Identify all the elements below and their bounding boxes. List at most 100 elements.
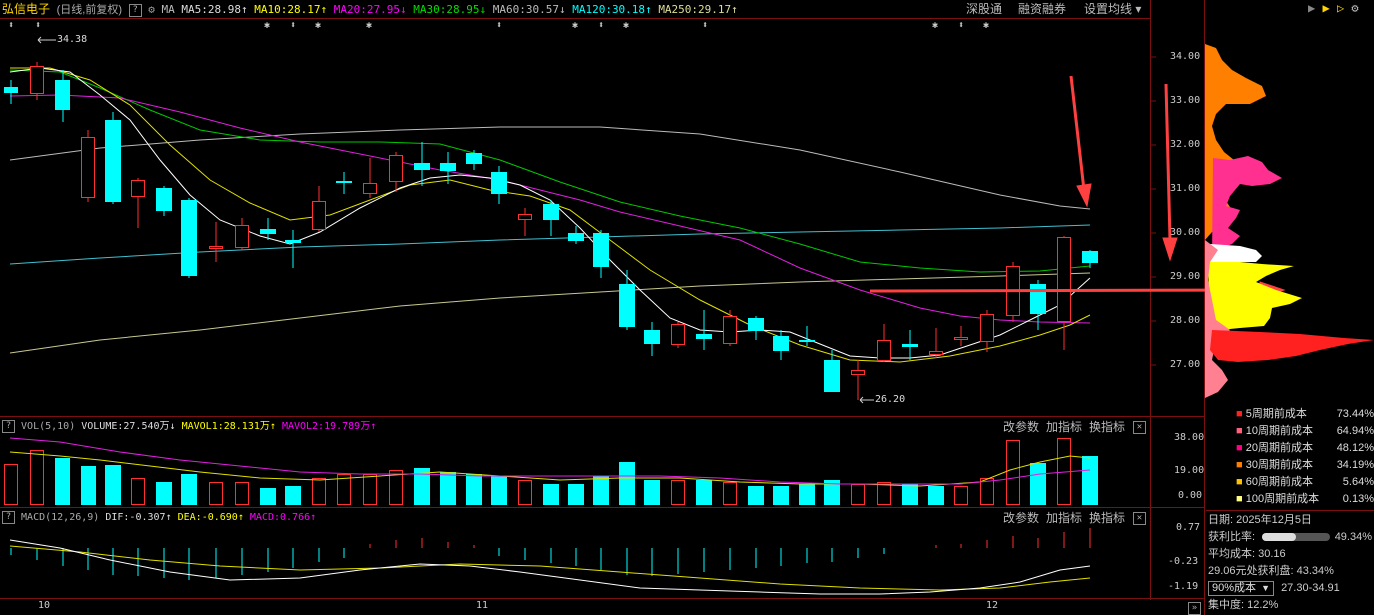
arrow-up-icon: ↑ — [370, 421, 377, 432]
vol-close-icon[interactable]: ✕ — [1133, 421, 1146, 434]
star-marker-icon[interactable]: ✱ — [264, 20, 270, 31]
chip-info: 日期: 2025年12月5日 获利比率: 49.34% 平均成本: 30.16 … — [1208, 512, 1374, 614]
marker-icon[interactable]: ⬍ — [598, 20, 604, 31]
vol-params-button[interactable]: 改参数 — [1003, 418, 1039, 436]
mavol2-line — [9, 437, 1091, 485]
ma30-line — [9, 69, 1091, 273]
scroll-right-icon[interactable]: » — [1188, 602, 1201, 615]
legend-row: ■ 30周期前成本 34.19% — [1236, 457, 1374, 474]
arrow-up-icon: ↑ — [269, 421, 276, 432]
ma120-line — [9, 224, 1091, 265]
price-tick: 32.00 — [1170, 139, 1201, 150]
month-label: 11 — [476, 600, 489, 611]
macd-swap-indicator-button[interactable]: 换指标 — [1089, 509, 1125, 527]
marker-icon[interactable]: ⬍ — [35, 20, 41, 31]
legend-row: ■ 100周期前成本 0.13% — [1236, 491, 1374, 508]
arrow-up-icon: ↑ — [165, 512, 172, 523]
ma30-value: MA30:28.95 — [413, 3, 480, 16]
legend-row: ■ 10周期前成本 64.94% — [1236, 423, 1374, 440]
arrow-up-icon: ↑ — [237, 512, 244, 523]
mavol1-value: MAVOL1:28.131万 — [181, 421, 270, 432]
menu-sgt[interactable]: 深股通 — [966, 0, 1002, 18]
arrow-up-icon: ↑ — [731, 3, 738, 16]
ma10-value: MA10:28.17 — [254, 3, 321, 16]
arrow-down-icon: ↓ — [399, 3, 407, 16]
divider — [1206, 510, 1374, 511]
vol-header: ? VOL(5,10) VOLUME:27.540万↓ MAVOL1:28.13… — [2, 418, 376, 436]
dropdown-icon: ▾ — [1135, 2, 1142, 16]
menu-set-ma[interactable]: 设置均线 ▾ — [1084, 0, 1141, 18]
macd-params-button[interactable]: 改参数 — [1003, 509, 1039, 527]
help-button[interactable]: ? — [128, 3, 142, 17]
chip-distribution — [1205, 44, 1374, 398]
flag-active-icon[interactable]: ▶ — [1322, 1, 1329, 15]
ma-label: MA — [161, 3, 175, 16]
ma120-value: MA120:30.18 — [572, 3, 646, 16]
candles — [4, 62, 1098, 400]
month-label: 12 — [986, 600, 999, 611]
vol-title: VOL(5,10) — [21, 421, 76, 432]
legend-label: 60周期前成本 — [1245, 476, 1313, 488]
macd-tick: -1.19 — [1168, 581, 1199, 592]
profit-ratio-fill — [1262, 533, 1296, 541]
arrow-up-icon: ↑ — [645, 3, 652, 16]
event-markers: ⬍ ⬍ ✱ ⬍ ✱ ✱ ⬍ ✱ ⬍ ✱ ⬍ ✱ ⬍ ✱ — [0, 20, 1150, 32]
price-tick: 27.00 — [1170, 359, 1201, 370]
cost-range-row: 90%成本 ▼ 27.30-34.91 — [1208, 580, 1374, 597]
macd-add-indicator-button[interactable]: 加指标 — [1046, 509, 1082, 527]
stock-name[interactable]: 弘信电子 — [2, 2, 50, 16]
marker-icon[interactable]: ⬍ — [496, 20, 502, 31]
arrow-down-icon: ↓ — [169, 421, 176, 432]
cost-legend: ■ 5周期前成本 73.44% ■ 10周期前成本 64.94% ■ 20周期前成本… — [1236, 406, 1374, 508]
cost-select[interactable]: 90%成本 ▼ — [1208, 581, 1274, 596]
marker-icon[interactable]: ⬍ — [8, 20, 14, 31]
flag-outline-icon[interactable]: ▷ — [1337, 1, 1344, 15]
star-marker-icon[interactable]: ✱ — [572, 20, 578, 31]
flag-icon[interactable]: ▶ — [1308, 1, 1315, 15]
marker-icon[interactable]: ⬍ — [290, 20, 296, 31]
price-tick: 33.00 — [1170, 95, 1201, 106]
dif-value: DIF:-0.307 — [105, 512, 166, 523]
profit-ratio-value: 49.34% — [1334, 531, 1372, 543]
settings-icon[interactable]: ⚙ — [1351, 1, 1358, 15]
mavol1-line — [9, 451, 1091, 487]
legend-swatch: ■ — [1236, 476, 1243, 488]
vol-help-button[interactable]: ? — [2, 419, 15, 433]
vol-add-indicator-button[interactable]: 加指标 — [1046, 418, 1082, 436]
vol-swap-indicator-button[interactable]: 换指标 — [1089, 418, 1125, 436]
dea-line — [9, 545, 1091, 591]
legend-label: 100周期前成本 — [1245, 493, 1320, 505]
legend-label: 20周期前成本 — [1245, 442, 1313, 454]
avg-cost-label: 平均成本: 30.16 — [1208, 548, 1286, 560]
ma250-value: MA250:29.17 — [658, 3, 732, 16]
macd-tick: -0.23 — [1168, 556, 1199, 567]
profit-ratio-row: 获利比率: 49.34% — [1208, 529, 1374, 546]
star-marker-icon[interactable]: ✱ — [366, 20, 372, 31]
star-marker-icon[interactable]: ✱ — [932, 20, 938, 31]
ma5-value: MA5:28.98 — [181, 3, 242, 16]
legend-label: 30周期前成本 — [1245, 459, 1313, 471]
menu-rzrq[interactable]: 融资融券 — [1018, 0, 1066, 18]
profit-at-label: 29.06元处获利盘: 43.34% — [1208, 565, 1334, 577]
gear-icon[interactable]: ⚙ — [148, 3, 155, 16]
star-marker-icon[interactable]: ✱ — [315, 20, 321, 31]
marker-icon[interactable]: ⬍ — [958, 20, 964, 31]
star-marker-icon[interactable]: ✱ — [983, 20, 989, 31]
legend-row: ■ 5周期前成本 73.44% — [1236, 406, 1374, 423]
macd-help-button[interactable]: ? — [2, 510, 15, 524]
star-marker-icon[interactable]: ✱ — [623, 20, 629, 31]
macd-close-icon[interactable]: ✕ — [1133, 512, 1146, 525]
legend-row: ■ 60周期前成本 5.64% — [1236, 474, 1374, 491]
arrow-down-icon: ↓ — [479, 3, 487, 16]
marker-icon[interactable]: ⬍ — [702, 20, 708, 31]
legend-swatch: ■ — [1236, 442, 1243, 454]
chevron-down-icon: ▼ — [1261, 583, 1270, 593]
price-tick: 29.00 — [1170, 271, 1201, 282]
macd-tick: 0.77 — [1176, 522, 1201, 533]
volume-value: VOLUME:27.540万 — [81, 421, 170, 432]
profit-ratio-label: 获利比率: — [1208, 531, 1256, 543]
arrow-down-icon: ↓ — [558, 3, 566, 16]
ma250-line — [9, 272, 1091, 354]
price-tick: 34.00 — [1170, 51, 1201, 62]
ma20-value: MA20:27.95 — [333, 3, 400, 16]
